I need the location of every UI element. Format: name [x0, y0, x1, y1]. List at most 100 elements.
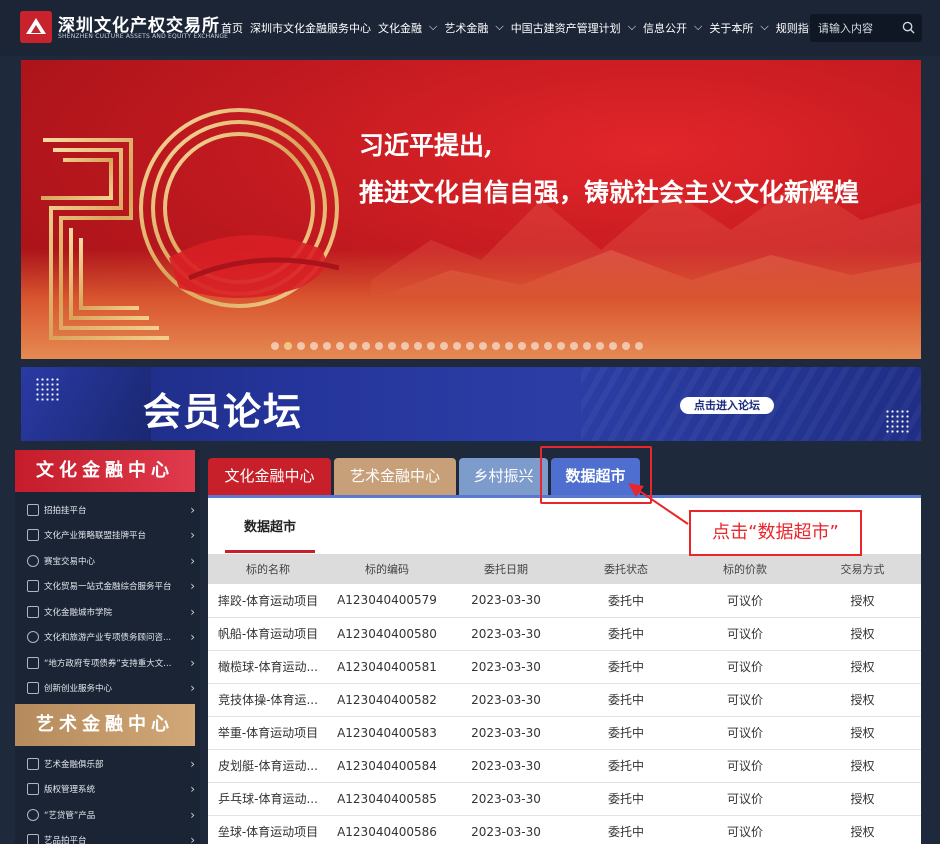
carousel-dot[interactable] [427, 342, 435, 350]
carousel-dot[interactable] [375, 342, 383, 350]
sidebar-item[interactable]: 创新创业服务中心 › [27, 676, 195, 701]
table-cell[interactable]: 橄榄球-体育运动... [208, 650, 328, 684]
carousel-dot[interactable] [453, 342, 461, 350]
sidebar-item-label: 文化金融城市学院 [44, 607, 113, 618]
carousel-dot[interactable] [622, 342, 630, 350]
tab-art-finance[interactable]: 艺术金融中心 [334, 458, 456, 495]
table-cell: 可议价 [686, 815, 804, 844]
banner-headline-2: 推进文化自信自强，铸就社会主义文化新辉煌 [359, 178, 860, 207]
search-input[interactable] [818, 19, 898, 37]
carousel-dot[interactable] [323, 342, 331, 350]
chevron-right-icon: › [190, 807, 195, 822]
carousel-dot[interactable] [284, 342, 292, 350]
chevron-down-icon[interactable]: ⌵ [429, 20, 437, 36]
chevron-down-icon[interactable]: ⌵ [628, 20, 636, 36]
table-row[interactable]: 帆船-体育运动项目 A123040400580 2023-03-30 委托中 可议价 授权 [208, 617, 921, 651]
table-cell[interactable]: 皮划艇-体育运动... [208, 749, 328, 783]
carousel-dot[interactable] [401, 342, 409, 350]
carousel-dot[interactable] [531, 342, 539, 350]
sidebar-item[interactable]: 文化产业策略联盟挂牌平台 › [27, 523, 195, 548]
nav-item[interactable]: 艺术金融 [444, 20, 488, 36]
table-row[interactable]: 垒球-体育运动项目 A123040400586 2023-03-30 委托中 可议价 授权 [208, 815, 921, 844]
carousel-dot[interactable] [349, 342, 357, 350]
carousel-dot[interactable] [479, 342, 487, 350]
nav-item[interactable]: 首页 [221, 20, 243, 36]
nav-item[interactable]: 中国古建资产管理计划 [511, 20, 621, 36]
column-header: 标的价款 [686, 554, 804, 584]
carousel-dot[interactable] [609, 342, 617, 350]
enter-forum-button[interactable]: 点击进入论坛 [680, 397, 774, 414]
carousel-dot[interactable] [336, 342, 344, 350]
sidebar-item[interactable]: 艺品拍平台 › [27, 828, 195, 844]
table-cell: A123040400582 [328, 683, 446, 717]
tab-culture-finance[interactable]: 文化金融中心 [208, 458, 331, 495]
chevron-down-icon[interactable]: ⌵ [694, 20, 702, 36]
subtab-active-indicator [225, 550, 315, 553]
chevron-right-icon: › [190, 681, 195, 695]
carousel-dot[interactable] [388, 342, 396, 350]
table-row[interactable]: 皮划艇-体育运动... A123040400584 2023-03-30 委托中 可议价… [208, 749, 921, 783]
sidebar-item[interactable]: 文化贸易一站式金融综合服务平台 › [27, 574, 195, 599]
carousel-dot[interactable] [557, 342, 565, 350]
sidebar-item[interactable]: 招拍挂平台 › [27, 497, 195, 522]
table-cell[interactable]: 竞技体操-体育运... [208, 683, 328, 717]
table-cell[interactable]: 举重-体育运动项目 [208, 716, 328, 750]
search-icon[interactable] [902, 21, 915, 34]
culture-finance-heading[interactable]: 文化金融中心 [15, 450, 195, 492]
table-cell: 委托中 [566, 617, 686, 651]
sidebar-item[interactable]: 版权管理系统 › [27, 777, 195, 802]
sidebar-item-label: 版权管理系统 [44, 785, 96, 795]
menu-item-icon [27, 529, 39, 541]
sidebar-item[interactable]: “艺贷管”产品 › [27, 802, 195, 827]
carousel-dot[interactable] [505, 342, 513, 350]
carousel-dot[interactable] [271, 342, 279, 350]
table-cell[interactable]: 垒球-体育运动项目 [208, 815, 328, 844]
carousel-dot[interactable] [310, 342, 318, 350]
sidebar-item[interactable]: 艺术金融俱乐部 › [27, 751, 195, 776]
carousel-dot[interactable] [570, 342, 578, 350]
menu-item-icon [27, 605, 39, 618]
carousel-dot[interactable] [466, 342, 474, 350]
table-cell[interactable]: 摔跤-体育运动项目 [208, 584, 328, 618]
nav-item[interactable]: 文化金融 [378, 20, 422, 36]
sidebar-item[interactable]: 文化和旅游产业专项债务顾问咨... › [27, 625, 195, 650]
carousel-dot[interactable] [362, 342, 370, 350]
chevron-right-icon: › [190, 579, 195, 593]
table-cell[interactable]: 帆船-体育运动项目 [208, 617, 328, 651]
banner-headline-1: 习近平提出, [359, 131, 493, 160]
sidebar-item[interactable]: 文化金融城市学院 › [27, 599, 195, 624]
carousel-dot[interactable] [596, 342, 604, 350]
table-cell: A123040400580 [328, 617, 446, 651]
table-cell[interactable]: 乒乓球-体育运动... [208, 782, 328, 816]
table-row[interactable]: 橄榄球-体育运动... A123040400581 2023-03-30 委托中 可议价… [208, 650, 921, 684]
nav-item[interactable]: 信息公开 [643, 20, 687, 36]
carousel-dot[interactable] [544, 342, 552, 350]
table-row[interactable]: 乒乓球-体育运动... A123040400585 2023-03-30 委托中 可议价… [208, 782, 921, 816]
sidebar-item[interactable]: 赛宝交易中心 › [27, 548, 195, 573]
carousel-dot[interactable] [297, 342, 305, 350]
chevron-right-icon: › [190, 502, 195, 517]
table-row[interactable]: 举重-体育运动项目 A123040400583 2023-03-30 委托中 可议价 授权 [208, 716, 921, 750]
table-row[interactable]: 竞技体操-体育运... A123040400582 2023-03-30 委托中 可议价… [208, 683, 921, 717]
menu-item-icon [27, 757, 39, 770]
carousel-dot[interactable] [492, 342, 500, 350]
table-row[interactable]: 摔跤-体育运动项目 A123040400579 2023-03-30 委托中 可议价 授权 [208, 584, 921, 618]
logo-icon[interactable] [20, 11, 52, 43]
art-finance-heading[interactable]: 艺术金融中心 [15, 704, 195, 746]
carousel-dot[interactable] [635, 342, 643, 350]
carousel-dot[interactable] [440, 342, 448, 350]
tab-rural-revitalization[interactable]: 乡村振兴 [459, 458, 548, 495]
sidebar-item[interactable]: “地方政府专项债券”支持重大文... › [27, 650, 195, 675]
chevron-down-icon[interactable]: ⌵ [760, 20, 768, 36]
hero-banner[interactable]: 习近平提出, 推进文化自信自强，铸就社会主义文化新辉煌 [21, 60, 921, 359]
column-header: 标的名称 [208, 554, 328, 584]
carousel-dot[interactable] [518, 342, 526, 350]
carousel-dot[interactable] [414, 342, 422, 350]
forum-banner[interactable]: 会员论坛 点击进入论坛 [21, 367, 921, 441]
table-cell: 可议价 [686, 716, 804, 750]
nav-item[interactable]: 关于本所 [709, 20, 753, 36]
carousel-dot[interactable] [583, 342, 591, 350]
chevron-down-icon[interactable]: ⌵ [495, 20, 503, 36]
nav-item[interactable]: 深圳市文化金融服务中心 [250, 20, 371, 36]
subtab-data-market[interactable]: 数据超市 [225, 519, 315, 553]
